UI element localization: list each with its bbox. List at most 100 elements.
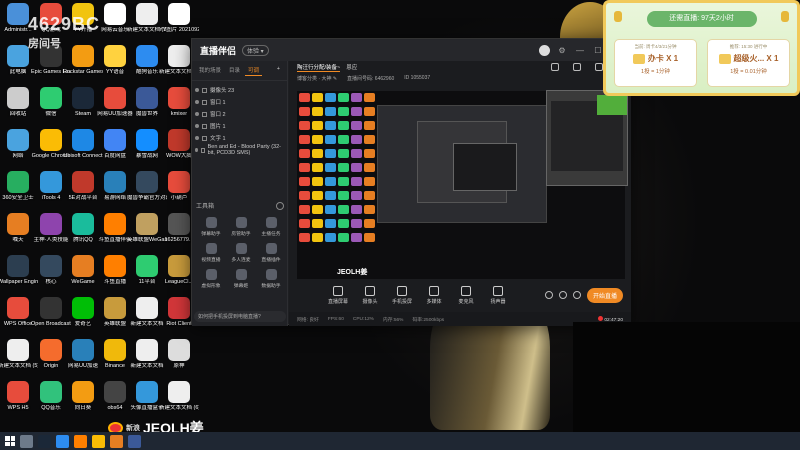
help-tip[interactable]: 如何把手机投屏到电脑直播? [194,311,286,322]
preview-icon [351,149,362,158]
screenshot-icon[interactable] [595,63,603,71]
collapse-icon[interactable] [276,201,284,210]
desktop-icon[interactable]: 新建文本文档 (6) [159,381,199,411]
toolbox-item[interactable]: 虚拟形象 [196,269,226,289]
camera-area-dark [573,322,800,432]
status-fps: FPS:60 [327,316,344,322]
settings-icon[interactable]: ⚙ [556,46,568,55]
app-taskbar-icon[interactable] [56,434,69,448]
gear-icon[interactable] [573,291,581,299]
lantern-icon [781,11,789,22]
lock-icon[interactable] [202,87,207,93]
toolbox-item[interactable]: 直播插件 [256,243,286,263]
preview-icon [351,191,362,200]
user-avatar[interactable] [539,44,550,56]
preview-icon [325,135,336,144]
preview-icon [351,107,362,116]
app-icon [168,339,190,361]
lock-icon[interactable] [202,123,207,129]
source-button[interactable]: 扬声器 [485,285,511,305]
app-icon [40,171,62,193]
scene-row[interactable]: 摄像头 23 [195,84,284,96]
assistant-taskbar-icon[interactable] [128,434,141,448]
source-button[interactable]: 多媒体 [421,285,447,305]
visibility-icon[interactable] [195,112,199,116]
tab-directory[interactable]: 目录 [226,65,243,76]
preview-icon [325,191,336,200]
toolbox-item[interactable]: 多人连麦 [226,243,256,263]
tab-adjust[interactable]: 可调 [245,65,263,76]
room-number: 直播间号码: 6462960 [347,75,395,82]
scene-row[interactable]: Ben and Ed - Blood Party (32-bit, PCD3D … [195,144,284,156]
add-scene-button[interactable]: + [274,65,283,76]
toolbox-item[interactable]: 数据助手 [256,269,286,289]
visibility-icon[interactable] [195,148,198,152]
visibility-icon[interactable] [195,136,199,140]
camera-toggle-icon[interactable] [545,291,553,299]
app-icon [7,339,29,361]
source-icon [461,285,471,296]
lock-icon[interactable] [200,147,205,153]
preview-icon [325,107,336,116]
preview-toggle-icon[interactable] [559,291,567,299]
app-icon [168,297,190,319]
source-button[interactable]: 直播屏幕 [325,285,351,305]
app-icon [168,87,190,109]
scene-row[interactable]: 图片 1 [195,120,284,132]
room-category[interactable]: 博客分类 · 大神 ✎ [297,75,337,82]
search-icon[interactable] [20,434,33,448]
visibility-icon[interactable] [195,124,199,128]
preview-icon [312,205,323,214]
app-icon [104,87,126,109]
steam-taskbar-icon[interactable] [38,434,51,448]
windows-start-icon[interactable] [5,436,15,446]
toolbox-item[interactable]: 弹幕姬 [226,269,256,289]
scene-row[interactable]: 文字 1 [195,132,284,144]
preview-icon [338,219,349,228]
source-button[interactable]: 手机投屏 [389,285,415,305]
main-tab-1[interactable]: 恩应 [346,63,357,71]
chrome-taskbar-icon[interactable] [92,434,105,448]
app-icon [136,339,158,361]
tab-my-scenes[interactable]: 我的场景 [196,65,224,76]
source-button[interactable]: 麦克风 [453,285,479,305]
banner-cards: 当前: 周卡4/3/21分钟 办卡 X 1 1投 = 1分钟 推荐: 15:30… [614,39,790,87]
banner-card-2[interactable]: 推荐: 15:30 进行中 超级火... X 1 1投 = 0.01分钟 [707,39,790,87]
source-label: 麦克风 [458,298,474,305]
status-memory: 内存:56% [382,317,404,323]
app-icon [104,381,126,403]
scene-row[interactable]: 窗口 1 [195,96,284,108]
preview-icon [351,163,362,172]
app-icon [104,255,126,277]
lock-icon[interactable] [202,99,207,105]
desktop-icon[interactable]: YY图片 20210921... [159,3,199,33]
preview-icon [351,219,362,228]
scene-row[interactable]: 窗口 2 [195,108,284,120]
banner-card-1[interactable]: 当前: 周卡4/3/21分钟 办卡 X 1 1投 = 1分钟 [614,39,697,87]
minimize-icon[interactable]: — [574,46,586,55]
layout-icon[interactable] [551,63,559,71]
toolbox-item[interactable]: 视频直播 [196,243,226,263]
tool-icon [235,269,247,280]
start-live-button[interactable]: 开始直播 [587,287,624,303]
preview-icon [338,177,349,186]
visibility-icon[interactable] [195,100,199,104]
toolbox-item[interactable]: 主播任务 [256,217,286,237]
app-taskbar-icon-2[interactable] [110,434,123,448]
douyu-taskbar-icon[interactable] [74,434,87,448]
toolbox-item[interactable]: 弹幕助手 [196,217,226,237]
lock-icon[interactable] [202,135,207,141]
mirror-preview-overlay [546,90,628,186]
visibility-icon[interactable] [195,88,199,92]
toolbox-item[interactable]: 房管助手 [226,217,256,237]
lock-icon[interactable] [202,111,207,117]
preview-icon [364,233,375,242]
desktop-icon[interactable]: 原神 [159,339,199,369]
lock-icon[interactable] [573,63,581,71]
source-button[interactable]: 摄像头 [357,285,383,305]
scene-list: 摄像头 23 窗口 1 窗口 2 图片 1 文字 1 Ben and Ed - Blood… [192,81,287,159]
preview-icon [325,219,336,228]
preview-icon [312,121,323,130]
version-badge[interactable]: 体验 ▾ [242,44,269,56]
main-tab-0[interactable]: 陶汪行分配/装备~ [297,63,341,72]
